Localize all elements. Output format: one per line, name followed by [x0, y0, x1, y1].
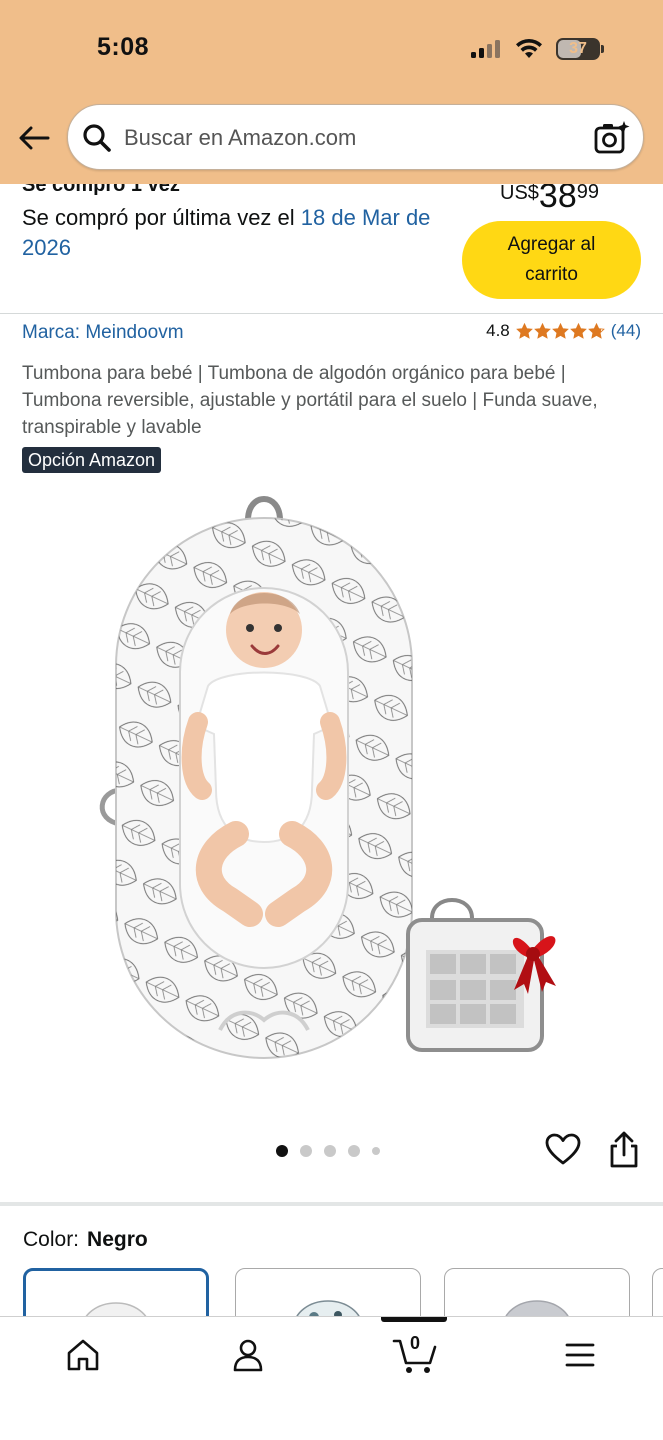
cart-icon[interactable]: 0	[392, 1333, 438, 1375]
amazon-choice-badge: Opción Amazon	[22, 447, 162, 473]
app-header: 5:08 37	[0, 0, 663, 184]
star-icon	[515, 322, 533, 339]
add-to-cart-button[interactable]: Agregar al carrito	[462, 221, 641, 299]
price-currency: US$	[500, 184, 539, 204]
rating-count: (44)	[610, 321, 641, 340]
search-icon	[83, 124, 111, 152]
product-title: Tumbona para bebé | Tumbona de algodón o…	[22, 363, 598, 438]
menu-icon[interactable]	[560, 1335, 600, 1375]
price: US$ 38 99	[500, 184, 599, 216]
rating-stars	[515, 322, 605, 340]
star-icon	[533, 322, 551, 339]
home-icon[interactable]	[63, 1335, 103, 1375]
cart-count: 0	[409, 1333, 420, 1353]
last-purchase-prefix: Se compró por última vez el	[22, 205, 301, 230]
rating-value: 4.8	[486, 321, 510, 340]
status-time: 5:08	[97, 33, 150, 61]
product-image[interactable]	[80, 490, 580, 1090]
bottom-navigation: 0	[0, 1316, 663, 1440]
battery-level: 37	[569, 40, 587, 57]
battery-icon: 37	[556, 38, 604, 60]
share-icon[interactable]	[606, 1131, 642, 1169]
last-purchase-text: Se compró por última vez el 18 de Mar de…	[22, 203, 462, 263]
image-carousel-dots[interactable]	[276, 1145, 380, 1157]
cellular-signal-icon	[471, 40, 500, 58]
star-icon	[587, 322, 605, 339]
back-arrow-icon[interactable]	[16, 120, 52, 156]
section-divider	[0, 1202, 663, 1206]
camera-search-icon[interactable]	[593, 119, 631, 157]
rating-summary[interactable]: 4.8 (44)	[486, 321, 641, 341]
carousel-dot[interactable]	[348, 1145, 360, 1157]
status-icons: 37	[470, 36, 604, 62]
carousel-dot[interactable]	[300, 1145, 312, 1157]
account-icon[interactable]	[228, 1335, 268, 1375]
purchase-history-row: Se compró 1 vez Se compró por última vez…	[0, 184, 663, 314]
carousel-dot[interactable]	[324, 1145, 336, 1157]
price-whole: 38	[538, 184, 577, 215]
selected-color-value: Negro	[87, 1228, 148, 1251]
carousel-dot[interactable]	[276, 1145, 288, 1157]
heart-icon[interactable]	[545, 1132, 581, 1168]
active-tab-indicator	[381, 1317, 447, 1322]
star-icon	[569, 322, 587, 339]
search-input[interactable]	[124, 118, 574, 158]
brand-link[interactable]: Marca: Meindoovm	[22, 322, 184, 344]
wifi-icon	[516, 38, 542, 58]
search-bar[interactable]	[67, 104, 644, 170]
color-label: Color:	[23, 1228, 80, 1251]
color-selector-label: Color: Negro	[23, 1228, 148, 1252]
price-fraction: 99	[576, 184, 599, 203]
bought-count-text: Se compró 1 vez	[22, 184, 180, 196]
star-icon	[551, 322, 569, 339]
carousel-dot[interactable]	[372, 1147, 380, 1155]
